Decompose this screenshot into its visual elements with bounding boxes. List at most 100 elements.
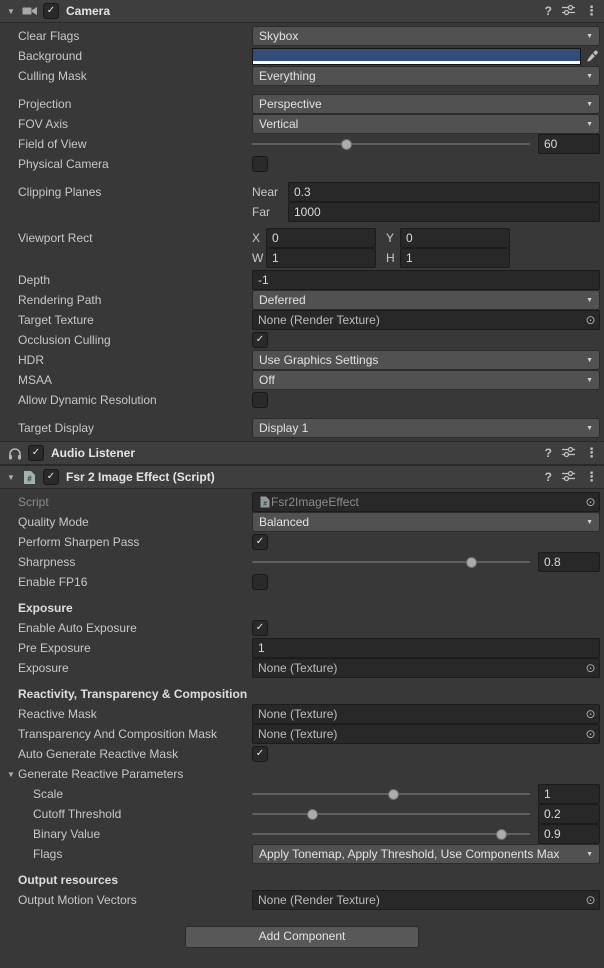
viewport-y-field[interactable]: 0 <box>400 228 510 248</box>
object-picker-icon[interactable]: ⊙ <box>582 891 599 909</box>
sharpness-slider[interactable] <box>252 553 530 571</box>
script-field[interactable]: # Fsr2ImageEffect ⊙ <box>252 492 600 512</box>
slider-track[interactable] <box>252 143 530 145</box>
slider-knob[interactable] <box>341 139 352 150</box>
script-row: Script # Fsr2ImageEffect ⊙ <box>0 492 604 512</box>
pre-exposure-field[interactable]: 1 <box>252 638 600 658</box>
help-icon[interactable]: ? <box>545 470 552 484</box>
perform-sharpen-pass-label: Perform Sharpen Pass <box>18 535 252 549</box>
generate-reactive-parameters-row[interactable]: ▼ Generate Reactive Parameters <box>0 764 604 784</box>
binary-value-value-field[interactable]: 0.9 <box>538 824 600 844</box>
generate-reactive-parameters-label: Generate Reactive Parameters <box>18 767 183 781</box>
projection-dropdown[interactable]: Perspective ▼ <box>252 94 600 114</box>
hdr-dropdown[interactable]: Use Graphics Settings ▼ <box>252 350 600 370</box>
enable-fp16-checkbox[interactable] <box>252 574 268 590</box>
exposure-section-header: Exposure <box>0 598 604 618</box>
field-value: 1 <box>272 251 279 265</box>
fsr2-component-header[interactable]: ▼ # ✓ Fsr 2 Image Effect (Script) ? ⋮ <box>0 465 604 489</box>
quality-mode-dropdown[interactable]: Balanced ▼ <box>252 512 600 532</box>
presets-icon[interactable] <box>562 446 575 461</box>
dropdown-value: Deferred <box>259 293 582 307</box>
kebab-menu-icon[interactable]: ⋮ <box>585 445 598 461</box>
flags-dropdown[interactable]: Apply Tonemap, Apply Threshold, Use Comp… <box>252 844 600 864</box>
object-value: None (Texture) <box>258 707 582 721</box>
output-motion-vectors-field[interactable]: None (Render Texture) ⊙ <box>252 890 600 910</box>
field-of-view-value-field[interactable]: 60 <box>538 134 600 154</box>
reactive-mask-field[interactable]: None (Texture) ⊙ <box>252 704 600 724</box>
chevron-down-icon: ▼ <box>586 377 593 384</box>
kebab-menu-icon[interactable]: ⋮ <box>585 469 598 485</box>
auto-generate-reactive-mask-checkbox[interactable]: ✓ <box>252 746 268 762</box>
svg-text:#: # <box>27 474 32 483</box>
object-picker-icon[interactable]: ⊙ <box>582 659 599 677</box>
cutoff-threshold-value-field[interactable]: 0.2 <box>538 804 600 824</box>
field-of-view-slider[interactable] <box>252 135 530 153</box>
fov-axis-label: FOV Axis <box>18 117 252 131</box>
sharpness-value-field[interactable]: 0.8 <box>538 552 600 572</box>
binary-value-slider[interactable] <box>252 825 530 843</box>
clear-flags-dropdown[interactable]: Skybox ▼ <box>252 26 600 46</box>
slider-track[interactable] <box>252 561 530 563</box>
object-picker-icon[interactable]: ⊙ <box>582 705 599 723</box>
scale-slider[interactable] <box>252 785 530 803</box>
slider-track[interactable] <box>252 833 530 835</box>
viewport-w-field[interactable]: 1 <box>266 248 376 268</box>
physical-camera-row: Physical Camera <box>0 154 604 174</box>
slider-knob[interactable] <box>388 789 399 800</box>
object-picker-icon[interactable]: ⊙ <box>582 725 599 743</box>
fsr2-enabled-checkbox[interactable]: ✓ <box>43 469 59 485</box>
rendering-path-dropdown[interactable]: Deferred ▼ <box>252 290 600 310</box>
camera-enabled-checkbox[interactable]: ✓ <box>43 3 59 19</box>
field-value: 0 <box>406 231 413 245</box>
object-picker-icon[interactable]: ⊙ <box>582 493 599 511</box>
target-texture-field[interactable]: None (Render Texture) ⊙ <box>252 310 600 330</box>
presets-icon[interactable] <box>562 4 575 19</box>
near-field[interactable]: 0.3 <box>288 182 600 202</box>
cutoff-threshold-slider[interactable] <box>252 805 530 823</box>
enable-auto-exposure-row: Enable Auto Exposure ✓ <box>0 618 604 638</box>
fov-axis-dropdown[interactable]: Vertical ▼ <box>252 114 600 134</box>
object-picker-icon[interactable]: ⊙ <box>582 311 599 329</box>
script-component-icon: # <box>21 469 38 485</box>
help-icon[interactable]: ? <box>545 446 552 460</box>
hdr-row: HDR Use Graphics Settings ▼ <box>0 350 604 370</box>
target-display-dropdown[interactable]: Display 1 ▼ <box>252 418 600 438</box>
presets-icon[interactable] <box>562 470 575 485</box>
kebab-menu-icon[interactable]: ⋮ <box>585 3 598 19</box>
culling-mask-dropdown[interactable]: Everything ▼ <box>252 66 600 86</box>
foldout-icon[interactable]: ▼ <box>6 7 16 16</box>
quality-mode-row: Quality Mode Balanced ▼ <box>0 512 604 532</box>
add-component-button[interactable]: Add Component <box>185 926 419 948</box>
slider-knob[interactable] <box>466 557 477 568</box>
transparency-mask-field[interactable]: None (Texture) ⊙ <box>252 724 600 744</box>
audio-listener-enabled-checkbox[interactable]: ✓ <box>28 445 44 461</box>
reactivity-section-header: Reactivity, Transparency & Composition <box>0 684 604 704</box>
viewport-x-field[interactable]: 0 <box>266 228 376 248</box>
viewport-h-field[interactable]: 1 <box>400 248 510 268</box>
depth-field[interactable]: -1 <box>252 270 600 290</box>
camera-component-header[interactable]: ▼ ✓ Camera ? ⋮ <box>0 0 604 23</box>
occlusion-culling-checkbox[interactable]: ✓ <box>252 332 268 348</box>
perform-sharpen-pass-checkbox[interactable]: ✓ <box>252 534 268 550</box>
foldout-icon[interactable]: ▼ <box>6 473 16 482</box>
eyedropper-icon[interactable] <box>584 50 600 63</box>
enable-auto-exposure-checkbox[interactable]: ✓ <box>252 620 268 636</box>
slider-track[interactable] <box>252 813 530 815</box>
background-color-field[interactable] <box>252 48 581 65</box>
slider-knob[interactable] <box>307 809 318 820</box>
audio-listener-component-header[interactable]: ✓ Audio Listener ? ⋮ <box>0 441 604 465</box>
object-value: None (Render Texture) <box>258 313 582 327</box>
foldout-icon[interactable]: ▼ <box>6 770 16 779</box>
color-swatch[interactable] <box>253 49 580 61</box>
allow-dynamic-resolution-checkbox[interactable] <box>252 392 268 408</box>
help-icon[interactable]: ? <box>545 4 552 18</box>
quality-mode-label: Quality Mode <box>18 515 252 529</box>
msaa-dropdown[interactable]: Off ▼ <box>252 370 600 390</box>
physical-camera-checkbox[interactable] <box>252 156 268 172</box>
slider-knob[interactable] <box>496 829 507 840</box>
projection-label: Projection <box>18 97 252 111</box>
far-field[interactable]: 1000 <box>288 202 600 222</box>
exposure-field[interactable]: None (Texture) ⊙ <box>252 658 600 678</box>
culling-mask-label: Culling Mask <box>18 69 252 83</box>
scale-value-field[interactable]: 1 <box>538 784 600 804</box>
